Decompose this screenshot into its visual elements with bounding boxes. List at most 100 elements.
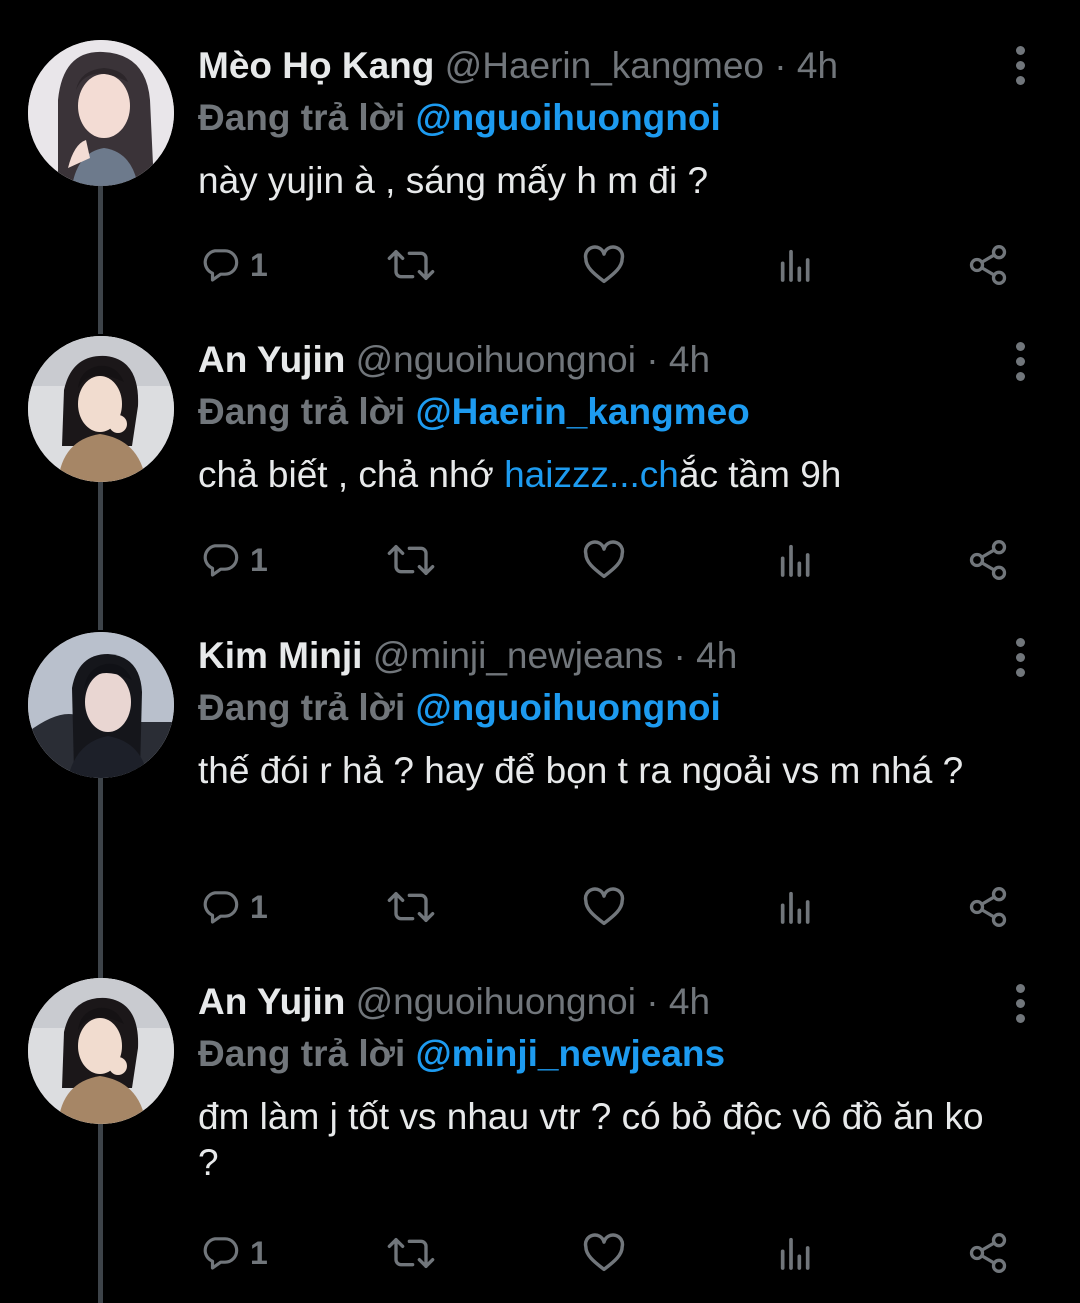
reply-icon <box>203 1237 239 1270</box>
retweet-icon <box>387 545 435 575</box>
more-vertical-icon <box>1016 46 1025 55</box>
reply-count: 1 <box>250 246 268 283</box>
reply-button[interactable]: 1 <box>200 535 268 585</box>
tweet-text: đm làm j tốt vs nhau vtr ? có bỏ độc vô … <box>198 1094 998 1186</box>
more-options-button[interactable] <box>1008 44 1034 88</box>
more-vertical-icon <box>1016 1014 1025 1023</box>
views-button[interactable] <box>776 1228 816 1278</box>
replying-to: Đang trả lời @nguoihuongnoi <box>198 684 1020 732</box>
reply-mention-link[interactable]: @nguoihuongnoi <box>416 687 721 728</box>
share-icon <box>969 245 1007 285</box>
avatar[interactable] <box>28 40 174 186</box>
views-button[interactable] <box>776 882 816 932</box>
reply-count: 1 <box>250 541 268 578</box>
reply-button[interactable]: 1 <box>200 240 268 290</box>
reply-mention-link[interactable]: @Haerin_kangmeo <box>416 391 750 432</box>
like-button[interactable] <box>582 535 626 585</box>
more-vertical-icon <box>1016 638 1025 647</box>
tweet-text-link[interactable]: haizzz...ch <box>504 454 679 495</box>
tweet-header: Kim Minji @minji_newjeans · 4h <box>198 632 1020 680</box>
tweet-header: An Yujin @nguoihuongnoi · 4h <box>198 336 1020 384</box>
user-handle[interactable]: @nguoihuongnoi <box>356 339 636 380</box>
share-button[interactable] <box>966 240 1010 290</box>
avatar-girl-beige-coat-icon <box>28 978 174 1124</box>
heart-icon <box>583 887 625 926</box>
replying-to-label: Đang trả lời <box>198 1033 406 1074</box>
replying-to: Đang trả lời @minji_newjeans <box>198 1030 1020 1078</box>
views-icon <box>780 249 810 282</box>
display-name[interactable]: Kim Minji <box>198 635 362 676</box>
retweet-button[interactable] <box>386 1228 436 1278</box>
reply-count: 1 <box>250 888 268 925</box>
share-button[interactable] <box>966 535 1010 585</box>
display-name[interactable]: Mèo Họ Kang <box>198 45 434 86</box>
tweet-text: chả biết , chả nhớ haizzz...chắc tầm 9h <box>198 452 998 498</box>
tweet-header: Mèo Họ Kang @Haerin_kangmeo · 4h <box>198 42 1020 90</box>
tweet-header: An Yujin @nguoihuongnoi · 4h <box>198 978 1020 1026</box>
tweet-text: thế đói r hả ? hay để bọn t ra ngoải vs … <box>198 748 998 794</box>
tweet-text-part: đm làm j tốt vs nhau vtr ? có bỏ độc vô … <box>198 1096 984 1183</box>
timestamp[interactable]: 4h <box>797 45 838 86</box>
display-name[interactable]: An Yujin <box>198 981 345 1022</box>
share-button[interactable] <box>966 882 1010 932</box>
thread-connector <box>98 778 103 978</box>
timestamp[interactable]: 4h <box>696 635 737 676</box>
heart-icon <box>583 245 625 284</box>
more-vertical-icon <box>1016 372 1025 381</box>
more-options-button[interactable] <box>1008 636 1034 680</box>
views-button[interactable] <box>776 240 816 290</box>
more-vertical-icon <box>1016 61 1025 70</box>
separator: · <box>646 339 659 380</box>
timestamp[interactable]: 4h <box>669 981 710 1022</box>
more-options-button[interactable] <box>1008 340 1034 384</box>
more-vertical-icon <box>1016 653 1025 662</box>
avatar-dark-hair-girl-icon <box>28 632 174 778</box>
views-icon <box>780 1237 810 1270</box>
more-options-button[interactable] <box>1008 982 1034 1026</box>
retweet-icon <box>387 1238 435 1268</box>
display-name[interactable]: An Yujin <box>198 339 345 380</box>
reply-mention-link[interactable]: @minji_newjeans <box>416 1033 726 1074</box>
avatar[interactable] <box>28 978 174 1124</box>
retweet-button[interactable] <box>386 240 436 290</box>
tweet-text-part: chả biết , chả nhớ <box>198 454 505 495</box>
views-button[interactable] <box>776 535 816 585</box>
share-button[interactable] <box>966 1228 1010 1278</box>
reply-icon <box>203 249 239 282</box>
avatar[interactable] <box>28 336 174 482</box>
tweet-actions: 1 <box>198 1228 1028 1278</box>
replying-to-label: Đang trả lời <box>198 97 406 138</box>
user-handle[interactable]: @minji_newjeans <box>373 635 664 676</box>
retweet-icon <box>387 250 435 280</box>
reply-count: 1 <box>250 1234 268 1271</box>
like-button[interactable] <box>582 240 626 290</box>
avatar[interactable] <box>28 632 174 778</box>
replying-to-label: Đang trả lời <box>198 687 406 728</box>
like-button[interactable] <box>582 1228 626 1278</box>
tweet-actions: 1 <box>198 882 1028 932</box>
reply-icon <box>203 544 239 577</box>
retweet-button[interactable] <box>386 882 436 932</box>
tweet[interactable]: Mèo Họ Kang @Haerin_kangmeo · 4h Đang tr… <box>0 0 1080 330</box>
more-vertical-icon <box>1016 76 1025 85</box>
retweet-button[interactable] <box>386 535 436 585</box>
user-handle[interactable]: @Haerin_kangmeo <box>445 45 764 86</box>
share-icon <box>969 887 1007 927</box>
heart-icon <box>583 540 625 579</box>
thread-connector <box>98 482 103 630</box>
reply-mention-link[interactable]: @nguoihuongnoi <box>416 97 721 138</box>
tweet-text-part: này yujin à , sáng mấy h m đi ? <box>198 160 709 201</box>
avatar-girl-beige-coat-icon <box>28 336 174 482</box>
thread-connector <box>98 1124 103 1303</box>
reply-button[interactable]: 1 <box>200 882 268 932</box>
like-button[interactable] <box>582 882 626 932</box>
user-handle[interactable]: @nguoihuongnoi <box>356 981 636 1022</box>
views-icon <box>780 891 810 924</box>
share-icon <box>969 540 1007 580</box>
timestamp[interactable]: 4h <box>669 339 710 380</box>
replying-to: Đang trả lời @nguoihuongnoi <box>198 94 1020 142</box>
replying-to-label: Đang trả lời <box>198 391 406 432</box>
more-vertical-icon <box>1016 342 1025 351</box>
reply-button[interactable]: 1 <box>200 1228 268 1278</box>
tweet-text-part: ắc tầm 9h <box>678 454 842 495</box>
